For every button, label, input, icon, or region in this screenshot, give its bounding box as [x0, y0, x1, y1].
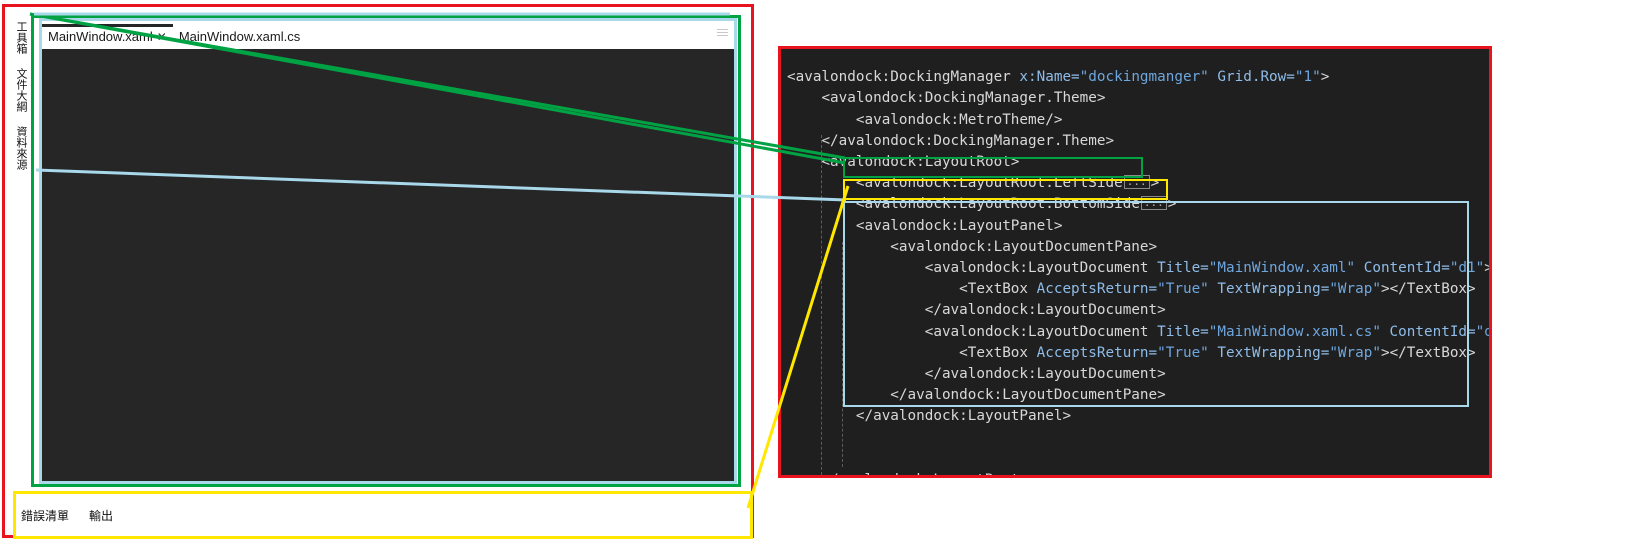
sidebar-item-document-outline[interactable]: 文件大綱 [15, 68, 27, 112]
code-line: </avalondock:DockingManager.Theme> [787, 131, 1489, 152]
list-menu-icon[interactable] [717, 27, 728, 38]
collapsed-region-ellipsis[interactable]: ... [1140, 196, 1167, 211]
code-token: <avalondock:LayoutDocumentPane> [890, 238, 1158, 255]
code-line: <TextBox AcceptsReturn="True" TextWrappi… [787, 343, 1489, 364]
code-line: <TextBox AcceptsReturn="True" TextWrappi… [787, 279, 1489, 300]
code-token: "True" [1157, 281, 1209, 298]
code-token: > [1167, 196, 1177, 213]
document-tab-bar: MainWindow.xaml ✕ MainWindow.xaml.cs [42, 21, 734, 47]
code-token: x:Name= [1019, 69, 1080, 86]
code-token: <avalondock:LayoutDocument [924, 323, 1158, 340]
bottom-tab-error-list[interactable]: 錯誤清單 [21, 507, 69, 524]
code-line: </avalondock:LayoutDocument> [787, 300, 1489, 321]
code-token: <avalondock:MetroTheme/> [855, 111, 1063, 128]
code-line: <avalondock:DockingManager x:Name="docki… [787, 67, 1489, 88]
code-token: <avalondock:LayoutPanel> [855, 217, 1063, 234]
code-token: AcceptsReturn= [1036, 281, 1158, 298]
code-token: ></TextBox> [1380, 281, 1476, 298]
tab-mainwindow-xaml[interactable]: MainWindow.xaml ✕ [42, 24, 173, 47]
tab-label: MainWindow.xaml.cs [178, 29, 301, 44]
xaml-code-pane-red-frame: <avalondock:DockingManager x:Name="docki… [778, 46, 1492, 478]
code-token: </avalondock:LayoutDocumentPane> [890, 387, 1166, 404]
collapsed-region-ellipsis[interactable]: ... [1123, 175, 1150, 190]
code-token: AcceptsReturn= [1036, 344, 1158, 361]
code-token: "MainWindow.xaml.cs" [1208, 323, 1381, 340]
code-token: <TextBox [959, 344, 1037, 361]
code-token: "d1" [1449, 259, 1485, 276]
code-token: > [1150, 175, 1160, 192]
code-token: "Wrap" [1329, 344, 1381, 361]
code-token: <avalondock:DockingManager.Theme> [821, 90, 1106, 107]
bottom-tab-output[interactable]: 輸出 [89, 507, 113, 524]
bottom-dock-tabs: 錯誤清單 輸出 [17, 495, 749, 535]
code-line: <avalondock:LayoutPanel> [787, 216, 1489, 237]
code-token: <avalondock:LayoutRoot.LeftSide [855, 175, 1123, 192]
code-line: <avalondock:MetroTheme/> [787, 110, 1489, 131]
code-line: <avalondock:LayoutRoot.BottomSide... > [787, 194, 1489, 215]
code-line: <avalondock:DockingManager.Theme> [787, 88, 1489, 109]
code-editor-surface[interactable] [42, 49, 734, 481]
code-token: </avalondock:LayoutDocument> [924, 302, 1166, 319]
code-token: TextWrapping= [1208, 281, 1330, 298]
code-token: TextWrapping= [1208, 344, 1330, 361]
close-icon[interactable]: ✕ [157, 30, 167, 44]
code-line: </avalondock:LayoutPanel> [787, 406, 1489, 427]
code-line: <avalondock:LayoutDocumentPane> [787, 237, 1489, 258]
code-token: > [1320, 69, 1330, 86]
code-token: </avalondock:DockingManager.Theme> [821, 132, 1115, 149]
code-token: "1" [1294, 69, 1321, 86]
code-token: "MainWindow.xaml" [1208, 259, 1356, 276]
code-token: ContentId= [1380, 323, 1476, 340]
code-line: <avalondock:LayoutRoot.LeftSide... > [787, 173, 1489, 194]
code-line: </avalondock:LayoutDocument> [787, 364, 1489, 385]
code-token: </avalondock:LayoutRoot> [821, 472, 1028, 475]
code-line: <avalondock:LayoutDocument Title="MainWi… [787, 258, 1492, 279]
code-token: <avalondock:LayoutRoot.BottomSide [855, 196, 1140, 213]
sidebar-item-toolbox[interactable]: 工具箱 [15, 21, 27, 54]
xaml-source-code[interactable]: <avalondock:DockingManager x:Name="docki… [787, 67, 1492, 475]
vertical-tool-tab-strip: 工具箱 文件大綱 資料來源 [10, 15, 32, 493]
code-token: <avalondock:LayoutRoot> [821, 154, 1020, 171]
code-token: Title= [1157, 323, 1209, 340]
screenshot-root: 工具箱 文件大綱 資料來源 MainWindow.xaml ✕ MainWind… [0, 0, 1630, 544]
code-token: "d2" [1475, 323, 1492, 340]
sidebar-item-data-sources[interactable]: 資料來源 [15, 126, 27, 170]
code-line: </avalondock:LayoutDocumentPane> [787, 385, 1489, 406]
code-line: <avalondock:LayoutRoot> [787, 152, 1489, 173]
code-line: </avalondock:LayoutRoot> [787, 470, 1489, 475]
code-token: ContentId= [1355, 259, 1450, 276]
code-token: ></TextBox> [1380, 344, 1476, 361]
code-token: <avalondock:LayoutDocument [924, 259, 1158, 276]
code-token: "dockingmanger" [1079, 69, 1209, 86]
code-token: "True" [1157, 344, 1209, 361]
code-token: <avalondock:DockingManager [787, 69, 1020, 86]
code-token: <TextBox [959, 281, 1037, 298]
code-token: </avalondock:LayoutPanel> [855, 408, 1072, 425]
code-token: > [1484, 259, 1492, 276]
code-token: Grid.Row= [1208, 69, 1295, 86]
ide-window-red-frame: 工具箱 文件大綱 資料來源 MainWindow.xaml ✕ MainWind… [2, 4, 754, 539]
code-token: Title= [1157, 259, 1209, 276]
tab-mainwindow-xaml-cs[interactable]: MainWindow.xaml.cs [173, 27, 306, 47]
code-line: <avalondock:LayoutDocument Title="MainWi… [787, 322, 1492, 343]
code-token: </avalondock:LayoutDocument> [924, 365, 1166, 382]
code-token: "Wrap" [1329, 281, 1381, 298]
tab-label: MainWindow.xaml [48, 29, 153, 44]
